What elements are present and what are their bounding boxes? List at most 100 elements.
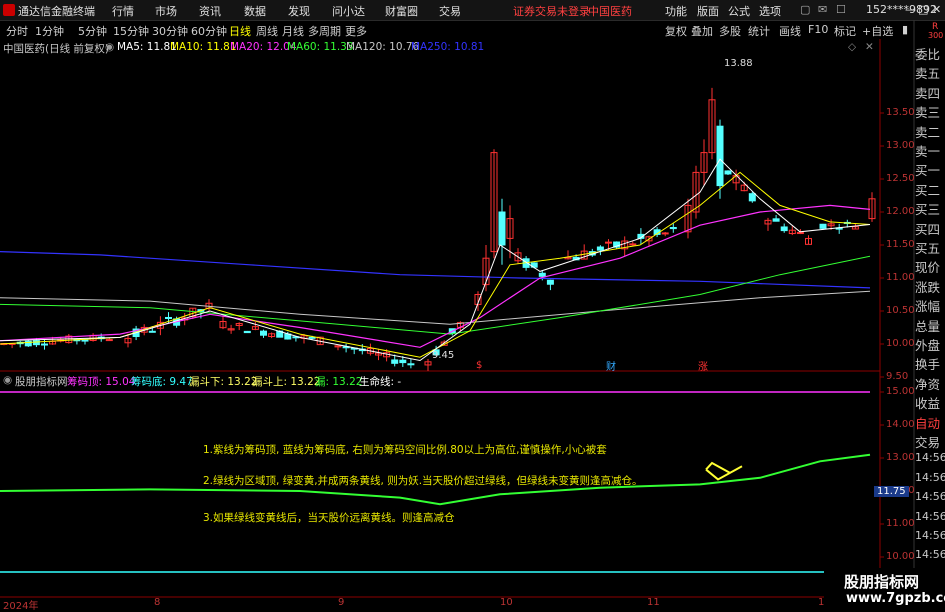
indicator-note-2: 2.绿线为区域顶, 绿变黄,并成两条黄线, 则为妖.当天股价超过绿线，但绿线未变… bbox=[203, 475, 643, 487]
sidebar-item[interactable]: 买一 bbox=[915, 160, 945, 179]
candle-body bbox=[596, 246, 604, 251]
funnel-yellow bbox=[705, 461, 743, 481]
sidebar-item: 14:56 bbox=[915, 451, 945, 465]
funnel-lower-label: 漏斗下: 13.22 bbox=[189, 376, 258, 388]
candle-body bbox=[669, 226, 677, 230]
candle-body bbox=[716, 125, 724, 187]
lifeline-label: 生命线: - bbox=[359, 376, 402, 388]
sidebar-item[interactable]: 卖二 bbox=[915, 122, 945, 141]
sidebar-item[interactable]: 换手 bbox=[915, 354, 945, 373]
ind-tick: 11.00 bbox=[886, 518, 915, 529]
settings-icon[interactable]: ◉ bbox=[3, 374, 12, 386]
indicator-name[interactable]: 股朋指标网 bbox=[15, 374, 68, 389]
low-price-label: 9.45 bbox=[432, 350, 455, 361]
date-tick: 2024年 bbox=[3, 601, 39, 612]
date-tick: 8 bbox=[154, 597, 161, 608]
candle-body bbox=[32, 340, 40, 346]
candle-body bbox=[538, 272, 546, 277]
event-marker-finance[interactable]: 财 bbox=[606, 358, 616, 373]
sidebar-item[interactable]: 委比 bbox=[915, 44, 945, 63]
sidebar-item: 自动 bbox=[915, 415, 941, 431]
sidebar-item[interactable]: 现价 bbox=[915, 257, 945, 276]
funnel-upper-label: 漏斗上: 13.22 bbox=[252, 376, 321, 388]
price-tick: 13.00 bbox=[886, 140, 915, 151]
price-tick: 12.00 bbox=[886, 206, 915, 217]
ma10-line bbox=[0, 171, 871, 358]
candle-body bbox=[796, 232, 804, 235]
sidebar-item: 14:56 bbox=[915, 529, 945, 542]
indicator-legend: ◉ 股朋指标网 筹码顶: 15.04 筹码底: 9.47 漏斗下: 13.22 … bbox=[0, 372, 880, 388]
sidebar-corner-num: 300 bbox=[928, 31, 944, 40]
candle-body bbox=[81, 339, 89, 342]
candle-body bbox=[819, 223, 827, 229]
candle-body bbox=[780, 226, 788, 232]
candle-body bbox=[605, 241, 612, 244]
candle-body bbox=[243, 330, 251, 334]
sidebar-item[interactable]: 卖一 bbox=[915, 141, 945, 160]
candle-body bbox=[724, 170, 732, 175]
ma20-line bbox=[0, 204, 871, 348]
sidebar-item: 14:56 bbox=[915, 509, 945, 523]
candle-body bbox=[41, 343, 48, 346]
sidebar-item[interactable]: 卖三 bbox=[915, 102, 945, 121]
ind-tick: 14.00 bbox=[886, 419, 915, 430]
indicator-current-value: 11.75 bbox=[874, 486, 909, 497]
sidebar-item[interactable]: 收益 bbox=[915, 393, 945, 412]
candle-body bbox=[165, 316, 172, 319]
quote-sidebar: 委比 卖五 卖四 卖三 卖二 卖一 买一 买二 买三 买四 买五 现价 涨跌 涨幅 总量 外盘 换手 净资 收益自动… bbox=[915, 44, 945, 609]
candle-body bbox=[391, 359, 399, 364]
price-tick: 11.00 bbox=[886, 272, 915, 283]
ind-tick: 13.00 bbox=[886, 452, 915, 463]
ind-tick: 15.00 bbox=[886, 386, 915, 397]
candle-body bbox=[105, 339, 113, 342]
price-tick: 11.50 bbox=[886, 239, 915, 250]
high-price-label: 13.88 bbox=[724, 58, 753, 69]
ma250-line bbox=[0, 251, 871, 289]
chip-top-label: 筹码顶: 15.04 bbox=[67, 376, 136, 388]
price-tick: 9.50 bbox=[886, 371, 909, 382]
sidebar-item[interactable]: 涨跌 bbox=[915, 277, 945, 296]
kline-chart[interactable] bbox=[0, 0, 945, 609]
candle-body bbox=[748, 193, 756, 202]
leak-label: 漏: 13.22 bbox=[315, 376, 363, 388]
candle-body bbox=[546, 279, 554, 285]
sidebar-item[interactable]: 总量 bbox=[915, 316, 945, 335]
candle-body bbox=[661, 232, 669, 235]
sidebar-item[interactable]: 外盘 bbox=[915, 335, 945, 354]
sidebar-item[interactable]: 买四 bbox=[915, 219, 945, 238]
ma5-line bbox=[0, 158, 871, 362]
event-marker-limitup[interactable]: 涨 bbox=[698, 358, 708, 373]
sidebar-item[interactable]: 买二 bbox=[915, 180, 945, 199]
candle-body bbox=[772, 218, 780, 222]
candle-body bbox=[498, 211, 506, 246]
sidebar-item[interactable]: 卖五 bbox=[915, 63, 945, 82]
candle-body bbox=[260, 330, 267, 336]
sidebar-item[interactable]: 买五 bbox=[915, 238, 945, 257]
sidebar-item[interactable]: 涨幅 bbox=[915, 296, 945, 315]
candle-body bbox=[407, 363, 415, 366]
date-tick: 11 bbox=[647, 597, 660, 608]
ind-tick: 10.00 bbox=[886, 551, 915, 562]
sidebar-item: 交易 bbox=[915, 435, 941, 450]
price-tick: 13.50 bbox=[886, 107, 915, 118]
sidebar-item[interactable]: 卖四 bbox=[915, 83, 945, 102]
chip-bottom-label: 筹码底: 9.47 bbox=[131, 376, 193, 388]
date-tick: 10 bbox=[500, 597, 513, 608]
price-tick: 10.50 bbox=[886, 305, 915, 316]
price-tick: 10.00 bbox=[886, 338, 915, 349]
date-tick: 9 bbox=[338, 597, 345, 608]
event-marker-dividend[interactable]: $ bbox=[476, 360, 482, 371]
indicator-note-3: 3.如果绿线变黄线后，当天股价远离黄线。则逢高减仓 bbox=[203, 512, 455, 524]
price-tick: 12.50 bbox=[886, 173, 915, 184]
watermark-title: 股朋指标网 bbox=[844, 573, 920, 591]
sidebar-item[interactable]: 净资 bbox=[915, 374, 945, 393]
sidebar-item: 14:56 bbox=[915, 548, 945, 562]
sidebar-item: 14:56 bbox=[915, 470, 945, 484]
watermark-url: www.7gpzb.com bbox=[846, 591, 945, 606]
indicator-note-1: 1.紫线为筹码顶, 蓝线为筹码底, 右则为筹码空间比例.80以上为高位,谨慎操作… bbox=[203, 444, 607, 456]
candle-body bbox=[399, 359, 407, 364]
watermark: 股朋指标网 www.7gpzb.com bbox=[824, 568, 945, 609]
ma60-line bbox=[0, 255, 871, 335]
sidebar-item[interactable]: 买三 bbox=[915, 199, 945, 218]
candle-body bbox=[148, 330, 156, 333]
